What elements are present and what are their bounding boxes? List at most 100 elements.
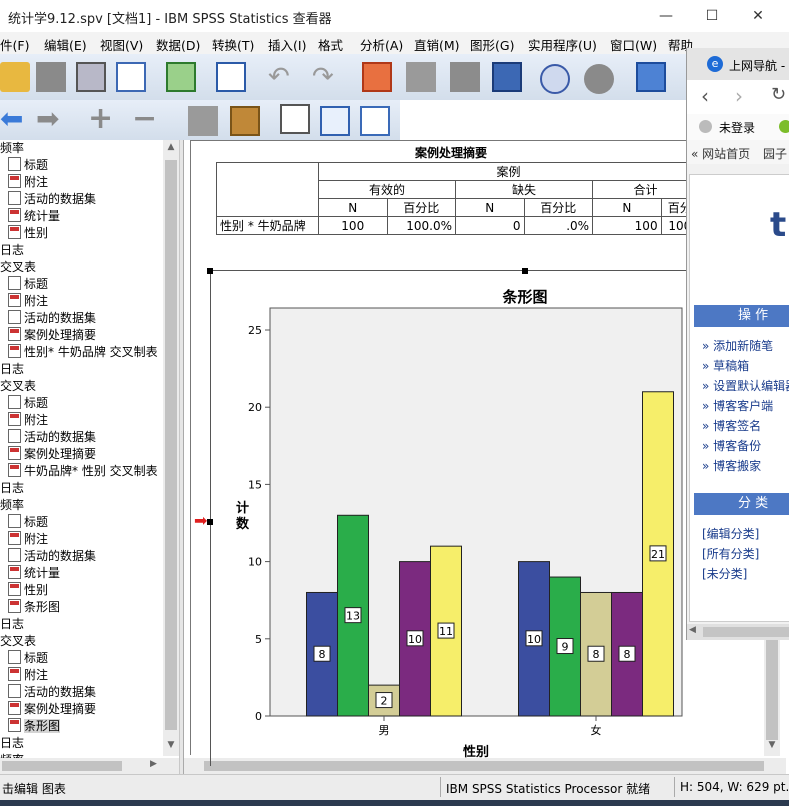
outline-item[interactable]: 统计量 <box>8 208 60 225</box>
browser-link[interactable]: » 博客签名 <box>702 417 761 434</box>
redo-icon[interactable]: ↷ <box>312 64 342 96</box>
recall-dialog-icon[interactable] <box>216 62 246 92</box>
browser-link[interactable]: [编辑分类] <box>702 525 759 542</box>
arrow-left-icon[interactable]: ⬅ <box>0 105 30 136</box>
print-icon[interactable] <box>76 62 106 92</box>
hide-icon[interactable] <box>230 106 260 136</box>
outline-item[interactable]: 性别 <box>8 225 48 242</box>
bookmark-garden[interactable]: 园子 <box>763 145 787 162</box>
menu-transform[interactable]: 转换(T) <box>212 35 254 54</box>
outline-item[interactable]: 案例处理摘要 <box>8 701 96 718</box>
browser-horizontal-scrollbar[interactable]: ◀ <box>687 624 789 640</box>
browser-link[interactable]: [所有分类] <box>702 545 759 562</box>
outline-vertical-scrollbar[interactable]: ▲ ▼ <box>163 140 179 756</box>
menu-file[interactable]: 件(F) <box>0 35 29 54</box>
outline-item[interactable]: 日志 <box>0 480 24 497</box>
outline-item[interactable]: 交叉表 <box>0 378 36 395</box>
goto-data-icon[interactable] <box>362 62 392 92</box>
expand-icon[interactable]: + <box>88 104 118 136</box>
outline-item[interactable]: 附注 <box>8 412 48 429</box>
data-table-icon[interactable] <box>492 62 522 92</box>
maximize-button[interactable]: ☐ <box>689 0 735 32</box>
outline-item[interactable]: 标题 <box>8 395 48 412</box>
print-preview-icon[interactable] <box>116 62 146 92</box>
outline-item[interactable]: 活动的数据集 <box>8 548 96 565</box>
outline-item[interactable]: 频率 <box>0 497 24 514</box>
outline-item[interactable]: 附注 <box>8 174 48 191</box>
menu-view[interactable]: 视图(V) <box>100 35 143 54</box>
outline-item[interactable]: 活动的数据集 <box>8 191 96 208</box>
menu-edit[interactable]: 编辑(E) <box>44 35 87 54</box>
minimize-button[interactable]: — <box>643 0 689 32</box>
browser-link[interactable]: » 添加新随笔 <box>702 337 773 354</box>
menu-window[interactable]: 窗口(W) <box>610 35 657 54</box>
outline-item[interactable]: 性别 <box>8 582 48 599</box>
browser-link[interactable]: » 博客备份 <box>702 437 761 454</box>
resize-handle[interactable] <box>522 268 528 274</box>
outline-item[interactable]: 交叉表 <box>0 259 36 276</box>
forward-icon[interactable]: › <box>735 84 743 108</box>
goto-case-icon[interactable] <box>406 62 436 92</box>
weight-cases-icon[interactable] <box>584 64 614 94</box>
menu-analyze[interactable]: 分析(A) <box>360 35 403 54</box>
resize-handle[interactable] <box>207 519 213 525</box>
outline-item[interactable]: 交叉表 <box>0 633 36 650</box>
undo-icon[interactable]: ↶ <box>268 64 298 96</box>
outline-item[interactable]: 日志 <box>0 242 24 259</box>
outline-item[interactable]: 案例处理摘要 <box>8 446 96 463</box>
outline-item[interactable]: 日志 <box>0 616 24 633</box>
bookmark-home[interactable]: « 网站首页 <box>691 145 750 162</box>
back-icon[interactable]: ‹ <box>701 84 709 108</box>
close-button[interactable]: ✕ <box>735 0 781 32</box>
browser-link[interactable]: » 草稿箱 <box>702 357 749 374</box>
arrow-right-icon[interactable]: ➡ <box>36 105 66 136</box>
outline-item[interactable]: 条形图 <box>8 718 61 735</box>
outline-item[interactable]: 频率 <box>0 140 24 157</box>
outline-item[interactable]: 牛奶品牌* 性别 交叉制表 <box>8 463 158 480</box>
outline-item[interactable]: 日志 <box>0 361 24 378</box>
menu-data[interactable]: 数据(D) <box>156 35 200 54</box>
insert-text-icon[interactable] <box>360 106 390 136</box>
variables-icon[interactable] <box>450 62 480 92</box>
value-labels-icon[interactable] <box>636 62 666 92</box>
menu-direct-marketing[interactable]: 直销(M) <box>414 35 460 54</box>
open-icon[interactable] <box>0 62 30 92</box>
outline-item[interactable]: 标题 <box>8 650 48 667</box>
browser-link[interactable]: » 博客搬家 <box>702 457 761 474</box>
outline-item[interactable]: 标题 <box>8 157 48 174</box>
case-processing-table[interactable]: 案例 有效的 缺失 合计 N 百分比 N 百分比 N 百分 性别 * 牛奶品牌 … <box>216 162 700 235</box>
save-icon[interactable] <box>36 62 66 92</box>
menu-utilities[interactable]: 实用程序(U) <box>528 35 597 54</box>
reload-icon[interactable]: ↻ <box>771 84 786 105</box>
outline-item[interactable]: 附注 <box>8 667 48 684</box>
collapse-icon[interactable]: − <box>132 104 162 136</box>
menu-insert[interactable]: 插入(I) <box>268 35 306 54</box>
outline-item[interactable]: 统计量 <box>8 565 60 582</box>
insert-title-icon[interactable] <box>320 106 350 136</box>
outline-item[interactable]: 条形图 <box>8 599 60 616</box>
outline-item[interactable]: 标题 <box>8 276 48 293</box>
split-file-icon[interactable] <box>540 64 570 94</box>
outline-item[interactable]: 附注 <box>8 293 48 310</box>
outline-item[interactable]: 活动的数据集 <box>8 684 96 701</box>
outline-item[interactable]: 活动的数据集 <box>8 310 96 327</box>
outline-scroll-thumb[interactable] <box>165 160 177 730</box>
outline-item[interactable]: 附注 <box>8 531 48 548</box>
menu-format[interactable]: 格式 <box>318 35 343 54</box>
browser-link[interactable]: » 设置默认编辑器 <box>702 377 789 394</box>
outline-item[interactable]: 活动的数据集 <box>8 429 96 446</box>
browser-window[interactable]: e 上网导航 - ‹ › ↻ 未登录 « 网站首页 园子 t 操 作 » 添加新… <box>686 48 789 640</box>
browser-tab-title[interactable]: 上网导航 - <box>729 57 785 74</box>
login-status[interactable]: 未登录 <box>719 119 755 136</box>
outline-item[interactable]: 案例处理摘要 <box>8 327 96 344</box>
menu-graphs[interactable]: 图形(G) <box>470 35 514 54</box>
browser-link[interactable]: [未分类] <box>702 565 747 582</box>
extension-icon[interactable] <box>779 120 789 133</box>
outline-item[interactable]: 标题 <box>8 514 48 531</box>
outline-horizontal-scrollbar[interactable]: ▶ <box>0 758 179 774</box>
show-icon[interactable] <box>188 106 218 136</box>
browser-link[interactable]: » 博客客户端 <box>702 397 773 414</box>
insert-heading-icon[interactable] <box>280 104 310 134</box>
bar-chart[interactable]: 条形图 0510152025 813210111098 821 男女 计数 性别 <box>214 282 686 762</box>
outline-item[interactable]: 日志 <box>0 735 24 752</box>
